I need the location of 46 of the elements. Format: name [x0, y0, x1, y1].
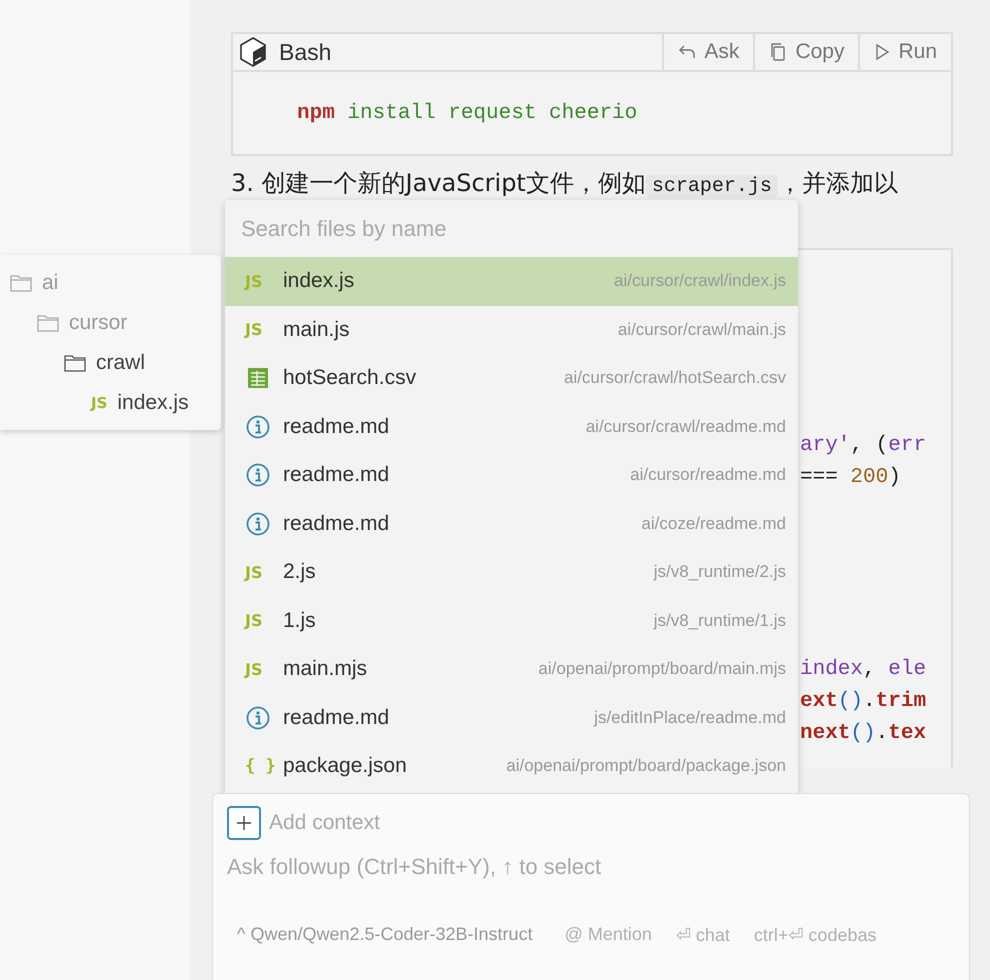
- code-line: ary', (err: [800, 433, 928, 459]
- undo-arrow-icon: [678, 44, 696, 60]
- plus-icon: [236, 815, 252, 831]
- file-item[interactable]: readme.md ai/coze/readme.md: [225, 500, 798, 548]
- file-item[interactable]: JS main.mjs ai/openai/prompt/board/main.mjs: [225, 645, 798, 694]
- file-item[interactable]: JS 1.js js/v8_runtime/1.js: [225, 596, 798, 645]
- file-item[interactable]: readme.md ai/cursor/readme.md: [225, 451, 798, 500]
- file-item[interactable]: JS index.js ai/cursor/crawl/index.js: [225, 257, 798, 306]
- search-field[interactable]: Search files by name: [239, 214, 783, 242]
- code-line: ext().trim: [800, 689, 928, 715]
- folder-icon: [37, 314, 59, 332]
- file-item[interactable]: readme.md ai/cursor/crawl/readme.md: [225, 402, 798, 451]
- language-label: Bash: [279, 38, 332, 66]
- js-file-icon: JS: [245, 660, 271, 679]
- shortcut-hint: @ Mention: [564, 924, 652, 946]
- code-line: index, ele: [800, 657, 928, 683]
- code-line: npm install request cheerio: [297, 102, 638, 124]
- shortcut-hint: ctrl+⏎ codebas: [754, 924, 876, 946]
- paragraph: 3. 创建一个新的JavaScript文件，例如 scraper.js ，并添加以: [231, 168, 899, 198]
- shortcut-hint: ⏎ chat: [676, 924, 730, 946]
- folder-icon: [10, 274, 32, 292]
- info-icon: [245, 414, 271, 439]
- info-icon: [245, 706, 271, 730]
- followup-input-field[interactable]: Ask followup (Ctrl+Shift+Y), ↑ to select: [227, 854, 947, 924]
- spreadsheet-icon: [245, 367, 271, 390]
- js-file-icon: JS: [245, 562, 271, 582]
- file-item[interactable]: JS 2.js js/v8_runtime/2.js: [225, 548, 798, 596]
- play-icon: [874, 43, 890, 61]
- js-file-icon: JS: [245, 320, 271, 340]
- info-icon: [245, 512, 271, 536]
- js-file-icon: JS: [245, 611, 271, 630]
- terminal-cube-icon: [239, 37, 267, 67]
- js-file-icon: JS: [91, 394, 108, 412]
- add-context-button[interactable]: [227, 806, 261, 840]
- code-line: next().tex: [800, 721, 928, 747]
- file-item[interactable]: hotSearch.csv ai/cursor/crawl/hotSearch.csv: [225, 354, 798, 402]
- tree-item[interactable]: index.js: [117, 391, 189, 415]
- folder-icon: [64, 354, 86, 372]
- copy-icon: [769, 42, 788, 62]
- info-icon: [245, 463, 271, 488]
- tree-item[interactable]: crawl: [96, 351, 146, 375]
- code-line: === 200): [800, 465, 902, 491]
- js-file-icon: JS: [245, 272, 271, 291]
- file-item[interactable]: JS main.js ai/cursor/crawl/main.js: [225, 306, 798, 354]
- file-item[interactable]: readme.md js/editInPlace/readme.md: [225, 694, 798, 742]
- file-item[interactable]: { } package.json ai/openai/prompt/board/package.json: [225, 742, 798, 790]
